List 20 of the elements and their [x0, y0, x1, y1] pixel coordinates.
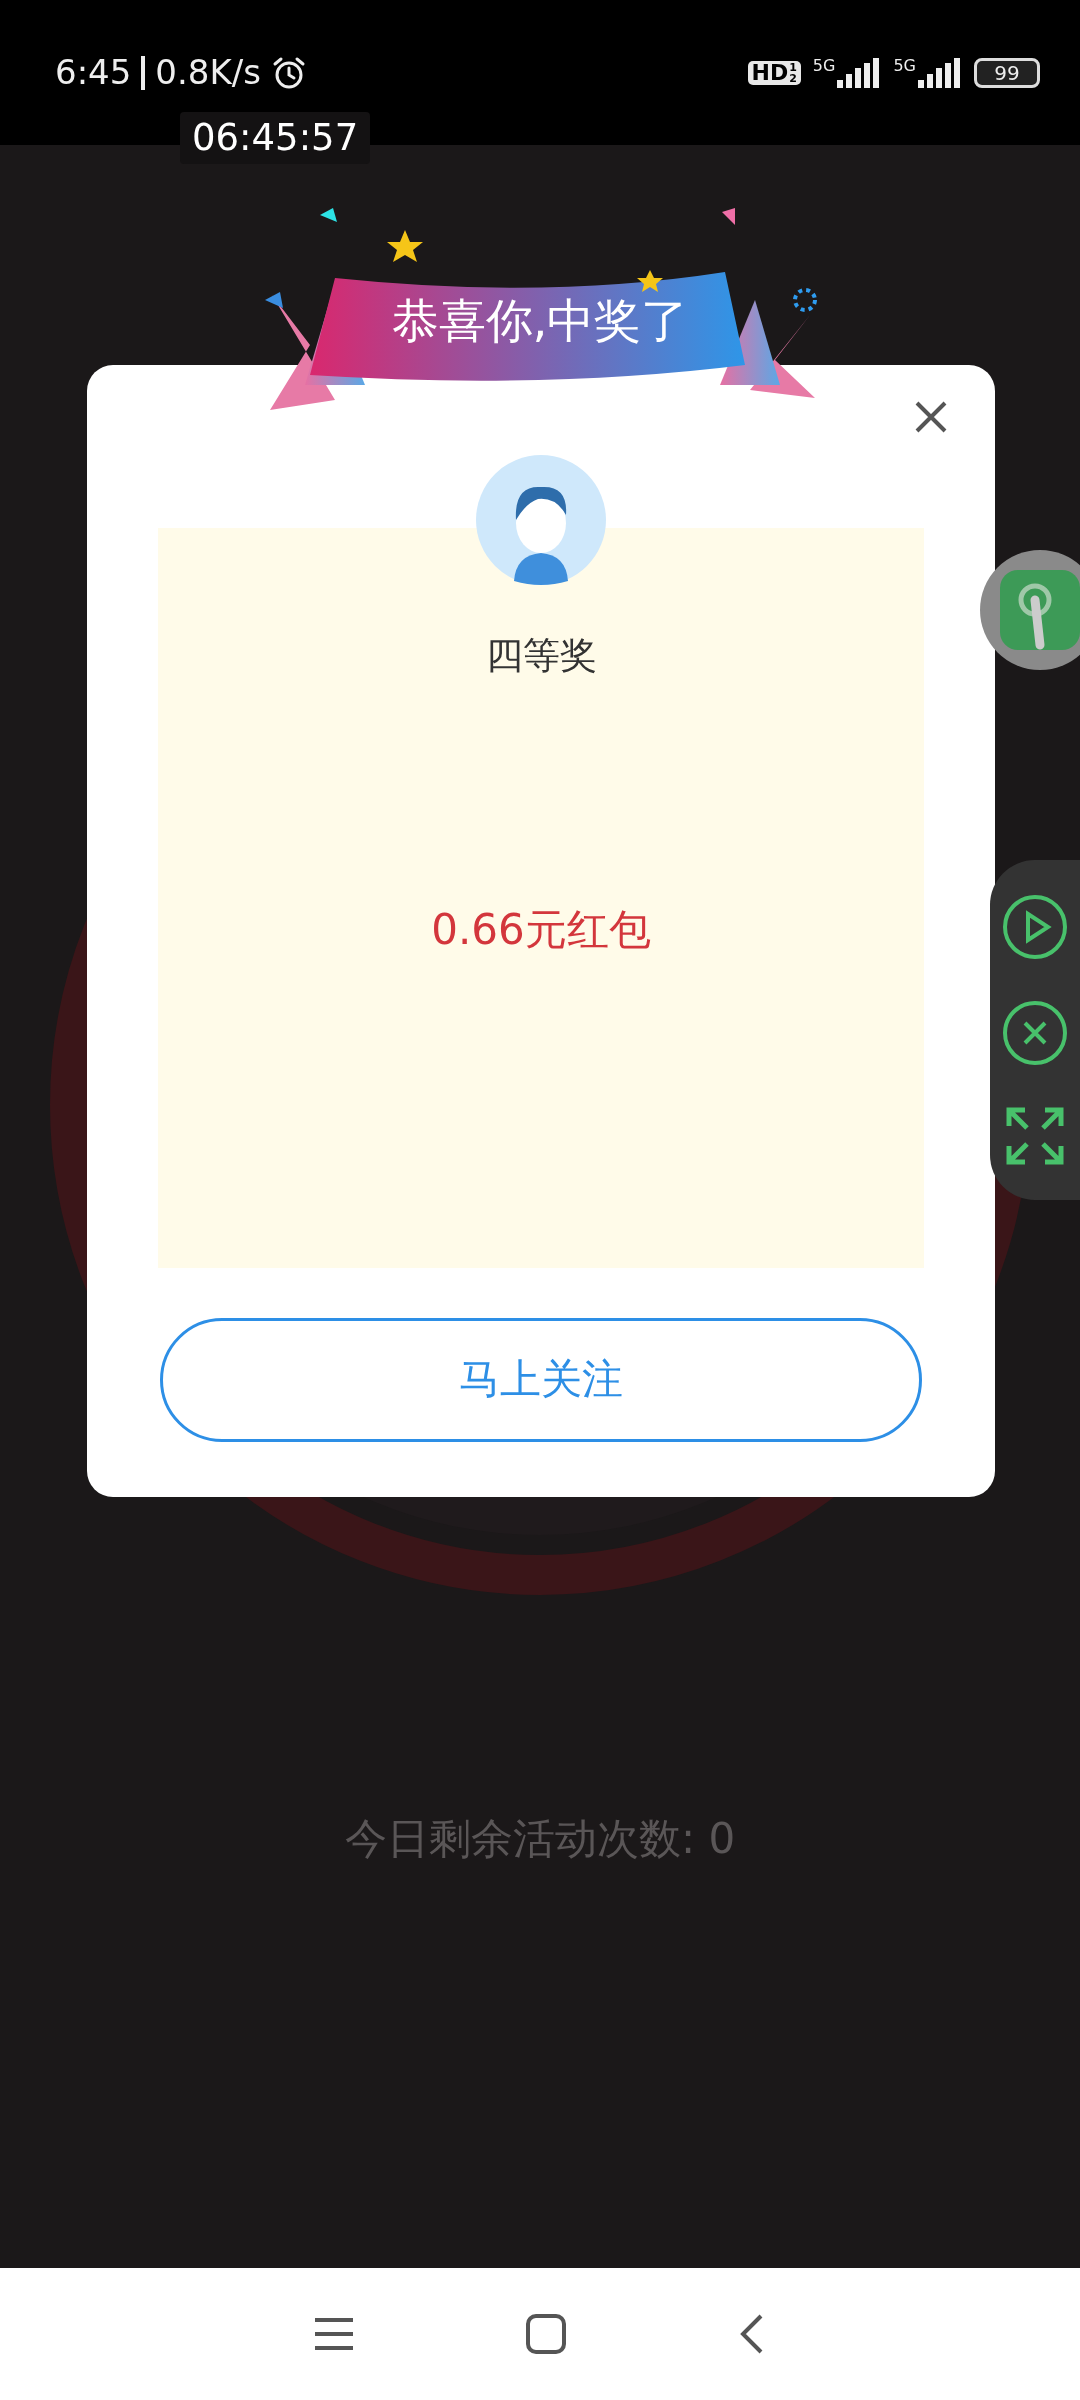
network-type: 5G — [893, 57, 916, 74]
remaining-count-text: 今日剩余活动次数: 0 — [343, 1813, 737, 1865]
home-icon[interactable] — [525, 2313, 567, 2355]
touch-app-icon[interactable] — [980, 550, 1080, 670]
network-type: 5G — [812, 57, 836, 74]
menu-icon[interactable] — [313, 2316, 355, 2352]
signal-icon — [918, 57, 962, 88]
follow-button[interactable]: 马上关注 — [160, 1318, 922, 1442]
expand-button[interactable] — [1005, 1106, 1065, 1166]
close-button[interactable] — [1002, 1000, 1068, 1066]
congrats-banner-title: 恭喜你,中奖了 — [390, 297, 690, 344]
prize-amount: 0.66元红包 — [430, 904, 652, 956]
play-button[interactable] — [1002, 894, 1068, 960]
network-speed: 0.8K/s — [155, 51, 261, 94]
separator-bar — [141, 55, 146, 90]
prize-level: 四等奖 — [484, 633, 598, 679]
clock-time: 6:45 — [55, 51, 132, 94]
clock-chip: 06:45:57 — [180, 112, 371, 164]
signal-icon — [837, 57, 882, 88]
battery-level: 99 — [974, 57, 1040, 88]
